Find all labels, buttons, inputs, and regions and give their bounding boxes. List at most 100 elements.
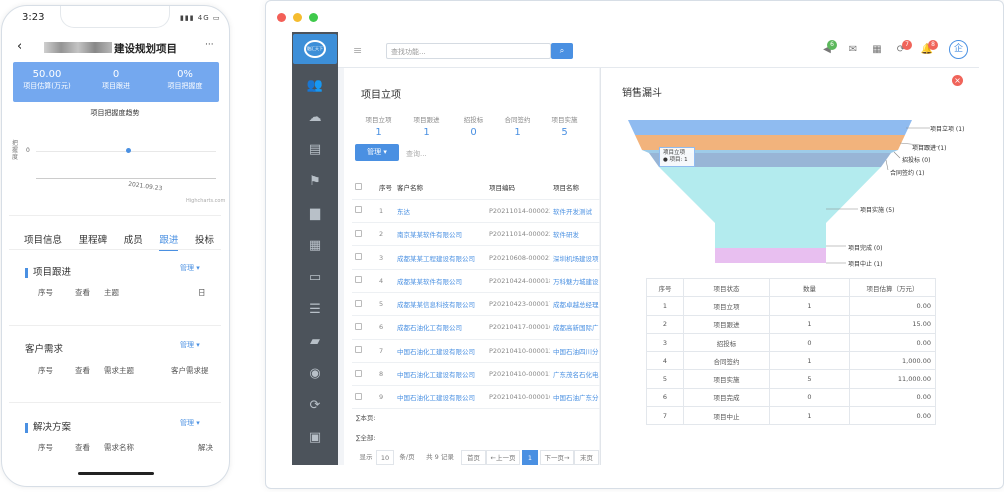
stat-follow-up[interactable]: 项目跟进 1	[404, 114, 449, 138]
next-page-button[interactable]: 下一页→	[540, 450, 574, 465]
page-1-button[interactable]: 1	[522, 450, 538, 465]
more-icon[interactable]: ···	[205, 40, 214, 50]
project-name-link[interactable]: 成都高新国际广	[550, 315, 600, 340]
funnel-segment-completed[interactable]	[715, 244, 826, 248]
card-icon[interactable]: ▭	[300, 267, 330, 289]
funnel-segment-implementation[interactable]	[659, 167, 881, 244]
funnel-segment-terminated[interactable]	[715, 248, 826, 263]
window-close-dot[interactable]	[277, 13, 286, 22]
row-checkbox[interactable]	[355, 229, 362, 237]
stat-project-setup[interactable]: 项目立项 1	[356, 114, 401, 138]
table-row: 4 合同签约 1 1,000.00	[646, 351, 936, 371]
customer-link[interactable]: 中国石油化工建设有限公司	[394, 362, 486, 387]
stat-label: 项目估算(万元)	[23, 82, 71, 90]
search-button[interactable]: ⌕	[551, 43, 573, 59]
customer-link[interactable]: 中国石油化工建设有限公司	[394, 385, 486, 410]
customer-link[interactable]: 成都某某软件有限公司	[394, 269, 486, 293]
project-name-link[interactable]: 万科魅力城建设	[550, 269, 600, 293]
row-checkbox[interactable]	[355, 206, 362, 214]
project-name-link[interactable]: 软件开发测试	[550, 199, 600, 224]
stat-implementation[interactable]: 项目实施 5	[542, 114, 587, 138]
page-size-select[interactable]: 10	[376, 450, 394, 465]
follow-up-manage-button[interactable]: 管理 ▾	[180, 263, 200, 273]
customer-link[interactable]: 成都石油化工有限公司	[394, 315, 486, 340]
customer-link[interactable]: 成都某某工程建设有限公司	[394, 245, 486, 270]
layout-icon[interactable]: ▦	[300, 235, 330, 257]
book-icon[interactable]: ▆	[300, 203, 330, 225]
table-row[interactable]: 5 成都某某信息科技有限公司 P20210423-000017 成都卓越总经理	[352, 292, 600, 317]
project-code: P20210423-000017	[486, 292, 550, 317]
table-row[interactable]: 1 东达 P20211014-000023 软件开发测试	[352, 199, 600, 224]
project-code: P20210410-000010	[486, 385, 550, 410]
flag-icon[interactable]: ⚑	[300, 171, 330, 193]
solutions-manage-button[interactable]: 管理 ▾	[180, 418, 200, 428]
table-header-row: 序号 项目状态 数量 项目估算（万元）	[646, 277, 936, 298]
row-checkbox[interactable]	[355, 299, 362, 307]
calendar-icon[interactable]: ▦	[870, 44, 884, 56]
column-header: 客户名称	[394, 176, 486, 200]
section-title: 解决方案	[33, 422, 72, 433]
table-row[interactable]: 9 中国石油化工建设有限公司 P20210410-000010 中国石油广东分	[352, 385, 600, 410]
funnel-label: 合同签约 (1)	[890, 170, 925, 177]
project-name-link[interactable]: 深圳机场建设项	[550, 245, 600, 270]
row-checkbox[interactable]	[355, 346, 362, 354]
row-checkbox[interactable]	[355, 276, 362, 284]
close-icon[interactable]: ×	[952, 75, 963, 86]
refresh-icon[interactable]: ⟳	[300, 395, 330, 417]
funnel-title: 销售漏斗	[622, 88, 662, 99]
prev-page-button[interactable]: ←上一页	[486, 450, 520, 465]
customer-link[interactable]: 成都某某信息科技有限公司	[394, 292, 486, 317]
pager-per-page-label: 条/页	[396, 450, 418, 465]
briefcase-icon[interactable]: ▣	[300, 427, 330, 449]
window-minimize-dot[interactable]	[293, 13, 302, 22]
mail-icon[interactable]: ✉	[846, 44, 860, 56]
customer-link[interactable]: 东达	[394, 199, 486, 224]
table-row[interactable]: 4 成都某某软件有限公司 P20210424-000018 万科魅力城建设	[352, 269, 600, 293]
table-row[interactable]: 8 中国石油化工建设有限公司 P20210410-000011 广东茂名石化电	[352, 362, 600, 387]
home-indicator[interactable]	[78, 472, 154, 475]
table-row[interactable]: 2 南京某某软件有限公司 P20211014-000022 软件研发	[352, 222, 600, 247]
project-name-link[interactable]: 成都卓越总经理	[550, 292, 600, 317]
estimate-cell: 0.00	[849, 406, 936, 426]
row-checkbox[interactable]	[355, 322, 362, 330]
project-name-link[interactable]: 中国石油广东分	[550, 385, 600, 410]
stat-label: 项目立项	[365, 116, 392, 124]
section-marker	[25, 267, 28, 278]
folder-icon[interactable]: ▰	[300, 331, 330, 353]
row-checkbox[interactable]	[355, 369, 362, 377]
project-name-link[interactable]: 广东茂名石化电	[550, 362, 600, 387]
project-name-link[interactable]: 中国石油四川分	[550, 339, 600, 363]
count-cell: 1	[769, 406, 850, 426]
project-table: 序号 客户名称 项目编码 项目名称 1 东达 P20211014-000023 软件开…	[352, 176, 600, 410]
row-index: 3	[646, 332, 684, 353]
menu-icon[interactable]: ≡	[353, 44, 362, 57]
row-checkbox[interactable]	[355, 392, 362, 400]
row-checkbox[interactable]	[355, 253, 362, 261]
users-icon[interactable]: 👥	[300, 75, 330, 97]
window-maximize-dot[interactable]	[309, 13, 318, 22]
user-circle-icon[interactable]: ◉	[300, 363, 330, 385]
select-all-checkbox[interactable]	[355, 182, 362, 190]
requirements-manage-button[interactable]: 管理 ▾	[180, 340, 200, 350]
row-index: 7	[646, 406, 684, 426]
last-page-button[interactable]: 末页	[574, 450, 599, 465]
table-row[interactable]: 3 成都某某工程建设有限公司 P20210608-000021 深圳机场建设项	[352, 245, 600, 270]
list-icon[interactable]: ☰	[300, 299, 330, 321]
user-avatar[interactable]: 企	[949, 40, 968, 59]
back-icon[interactable]: ‹	[17, 39, 22, 54]
stat-contract[interactable]: 合同签约 1	[495, 114, 540, 138]
search-input[interactable]: 查找功能...	[386, 43, 551, 59]
customer-link[interactable]: 南京某某软件有限公司	[394, 222, 486, 247]
stat-bidding[interactable]: 招投标 0	[451, 114, 496, 138]
table-row[interactable]: 6 成都石油化工有限公司 P20210417-000016 成都高新国际广	[352, 315, 600, 340]
first-page-button[interactable]: 首页	[461, 450, 486, 465]
cloud-icon[interactable]: ☁	[300, 107, 330, 129]
table-row: 5 项目实施 5 11,000.00	[646, 369, 936, 389]
funnel-segment-setup[interactable]	[628, 120, 912, 135]
filter-input[interactable]: 查询...	[406, 149, 427, 159]
clipboard-icon[interactable]: ▤	[300, 139, 330, 161]
project-name-link[interactable]: 软件研发	[550, 222, 600, 247]
customer-link[interactable]: 中国石油化工建设有限公司	[394, 339, 486, 363]
manage-button[interactable]: 管理 ▾	[355, 144, 399, 161]
table-row[interactable]: 7 中国石油化工建设有限公司 P20210410-000012 中国石油四川分	[352, 339, 600, 363]
